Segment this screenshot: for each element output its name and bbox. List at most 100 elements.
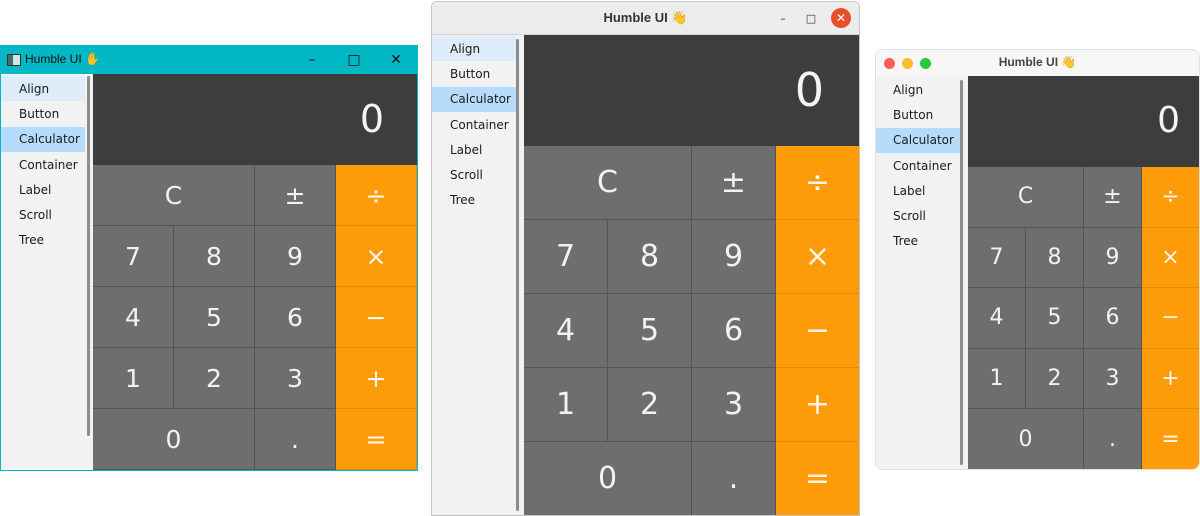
sidebar-item-container[interactable]: Container (876, 153, 960, 178)
key-digit-2[interactable]: 2 (174, 348, 255, 409)
key-digit-8[interactable]: 8 (608, 220, 692, 294)
key-digit-5[interactable]: 5 (608, 294, 692, 368)
key-digit-4[interactable]: 4 (93, 287, 174, 348)
key-digit-2[interactable]: 2 (1026, 348, 1084, 410)
key-digit-6[interactable]: 6 (1084, 288, 1142, 349)
key-subtract[interactable]: − (776, 294, 859, 368)
key-digit-9[interactable]: 9 (255, 226, 336, 287)
key-digit-4[interactable]: 4 (968, 288, 1026, 349)
key-add[interactable]: + (776, 368, 859, 442)
key-clear[interactable]: C (524, 146, 692, 220)
sidebar-item-button[interactable]: Button (432, 61, 516, 86)
key-digit-3[interactable]: 3 (255, 348, 336, 409)
key-digit-8[interactable]: 8 (1026, 227, 1084, 289)
sidebar: Align Button Calculator Container Label Scrol… (876, 76, 968, 469)
sidebar-item-calculator[interactable]: Calculator (1, 126, 85, 152)
sidebar-item-tree[interactable]: Tree (876, 229, 960, 254)
sidebar-item-label[interactable]: Label (1, 177, 85, 202)
key-label: . (291, 424, 299, 454)
key-digit-0[interactable]: 0 (93, 409, 255, 470)
key-divide[interactable]: ÷ (336, 165, 417, 226)
sidebar-item-label[interactable]: Label (876, 178, 960, 203)
key-digit-0[interactable]: 0 (524, 442, 692, 515)
title-bar[interactable]: Humble UI 👋 (876, 50, 1199, 76)
key-digit-1[interactable]: 1 (93, 348, 174, 409)
sidebar-item-align[interactable]: Align (432, 36, 516, 62)
key-digit-9[interactable]: 9 (692, 220, 776, 294)
key-multiply[interactable]: × (1142, 227, 1199, 289)
key-divide[interactable]: ÷ (1142, 167, 1199, 228)
sidebar-scrollbar[interactable] (516, 39, 519, 511)
maximize-button[interactable]: □ (801, 8, 821, 28)
key-add[interactable]: + (1142, 348, 1199, 410)
sidebar-item-label: Align (19, 81, 50, 96)
key-equals[interactable]: = (776, 442, 859, 515)
sidebar-item-calculator[interactable]: Calculator (876, 127, 960, 153)
sidebar-item-label: Scroll (450, 168, 483, 183)
key-clear[interactable]: C (968, 167, 1084, 228)
sidebar-item-calculator[interactable]: Calculator (432, 86, 516, 112)
sidebar-item-align[interactable]: Align (876, 77, 960, 102)
key-digit-3[interactable]: 3 (1084, 348, 1142, 410)
key-negate[interactable]: ± (1084, 167, 1142, 228)
key-label: 8 (206, 241, 222, 271)
key-decimal[interactable]: . (1084, 409, 1142, 469)
key-decimal[interactable]: . (255, 409, 336, 470)
sidebar-item-label: Container (450, 117, 509, 132)
key-add[interactable]: + (336, 348, 417, 409)
key-digit-3[interactable]: 3 (692, 368, 776, 442)
title-bar[interactable]: Humble UI ✋ – □ ✕ (1, 46, 417, 74)
sidebar-item-scroll[interactable]: Scroll (1, 203, 85, 228)
sidebar-item-label: Tree (450, 193, 476, 208)
key-digit-0[interactable]: 0 (968, 409, 1084, 469)
calculator-window-windows: Humble UI ✋ – □ ✕ Align Button Calculator C… (0, 45, 418, 471)
calculator-window-linux: Humble UI 👋 – □ ✕ Align Button Calculator C… (431, 1, 860, 516)
sidebar-scrollbar[interactable] (87, 76, 90, 436)
key-digit-9[interactable]: 9 (1084, 227, 1142, 289)
key-multiply[interactable]: × (336, 226, 417, 287)
sidebar-item-container[interactable]: Container (432, 112, 516, 137)
key-digit-6[interactable]: 6 (692, 294, 776, 368)
key-negate[interactable]: ± (692, 146, 776, 220)
sidebar-item-scroll[interactable]: Scroll (432, 163, 516, 188)
key-equals[interactable]: = (1142, 409, 1199, 469)
key-divide[interactable]: ÷ (776, 146, 859, 220)
key-digit-7[interactable]: 7 (524, 220, 608, 294)
sidebar-item-align[interactable]: Align (1, 76, 85, 102)
key-digit-2[interactable]: 2 (608, 368, 692, 442)
sidebar-item-label[interactable]: Label (432, 137, 516, 162)
key-digit-7[interactable]: 7 (93, 226, 174, 287)
sidebar-item-tree[interactable]: Tree (1, 228, 85, 253)
key-multiply[interactable]: × (776, 220, 859, 294)
key-digit-6[interactable]: 6 (255, 287, 336, 348)
sidebar-item-scroll[interactable]: Scroll (876, 204, 960, 229)
key-negate[interactable]: ± (255, 165, 336, 226)
key-label: 9 (287, 241, 303, 271)
minimize-button[interactable]: – (773, 8, 793, 28)
sidebar-item-container[interactable]: Container (1, 152, 85, 177)
sidebar-item-button[interactable]: Button (876, 102, 960, 127)
sidebar-item-tree[interactable]: Tree (432, 188, 516, 213)
maximize-button[interactable]: □ (333, 46, 375, 74)
key-equals[interactable]: = (336, 409, 417, 470)
display-value: 0 (794, 62, 824, 117)
close-button[interactable]: ✕ (375, 46, 417, 74)
key-digit-8[interactable]: 8 (174, 226, 255, 287)
key-label: 6 (1105, 305, 1120, 331)
key-digit-5[interactable]: 5 (1026, 288, 1084, 349)
key-digit-7[interactable]: 7 (968, 227, 1026, 289)
key-digit-5[interactable]: 5 (174, 287, 255, 348)
key-subtract[interactable]: − (1142, 288, 1199, 349)
title-bar[interactable]: Humble UI 👋 – □ ✕ (432, 2, 859, 35)
sidebar-item-button[interactable]: Button (1, 101, 85, 126)
minimize-button[interactable]: – (291, 46, 333, 74)
key-clear[interactable]: C (93, 165, 255, 226)
key-digit-1[interactable]: 1 (968, 348, 1026, 410)
close-button[interactable]: ✕ (831, 8, 851, 28)
key-decimal[interactable]: . (692, 442, 776, 515)
app-icon (7, 54, 21, 66)
key-digit-4[interactable]: 4 (524, 294, 608, 368)
key-digit-1[interactable]: 1 (524, 368, 608, 442)
sidebar-scrollbar[interactable] (960, 80, 963, 465)
key-subtract[interactable]: − (336, 287, 417, 348)
